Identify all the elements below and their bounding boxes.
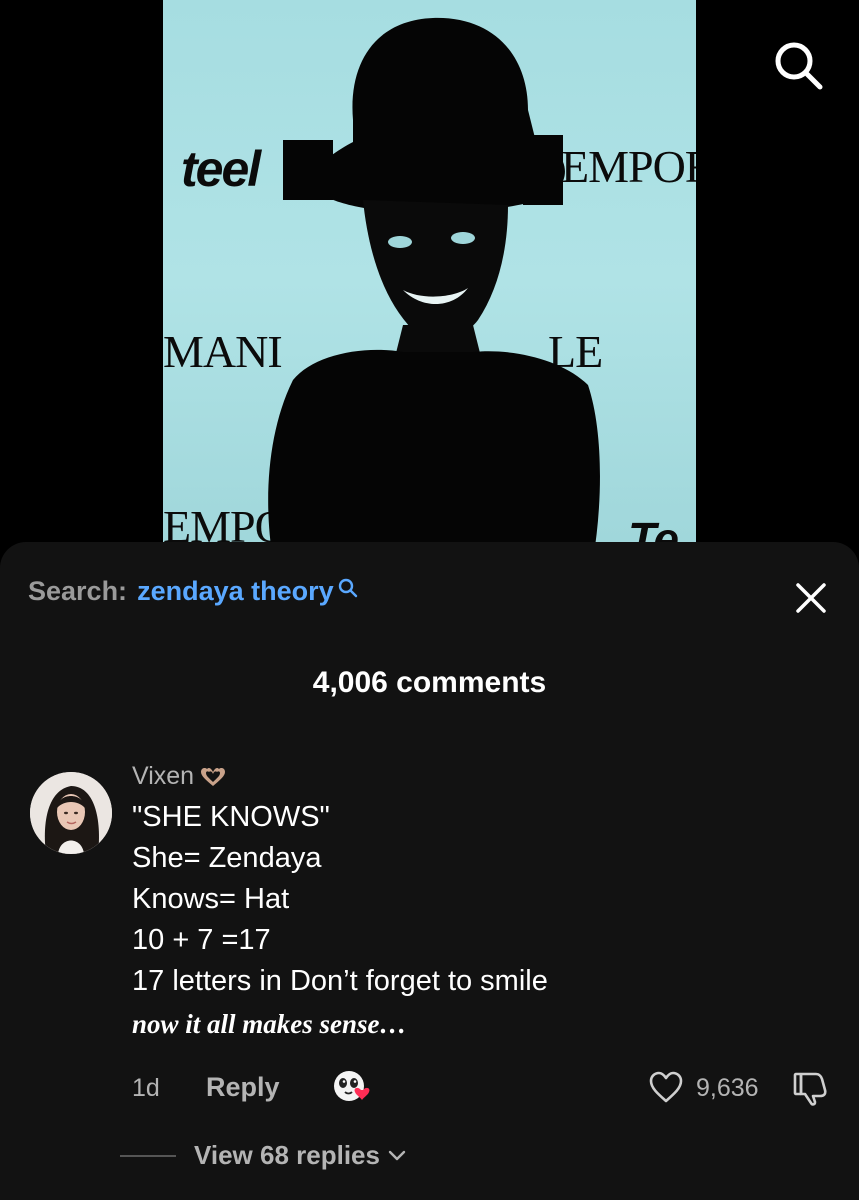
emoji-icon[interactable] bbox=[328, 1064, 374, 1110]
screen: teel EMPOF MANI LE EMPOI Te Search: zend… bbox=[0, 0, 859, 1200]
comment-actions: 1d Reply 9,636 bbox=[132, 1070, 832, 1110]
avatar[interactable] bbox=[30, 772, 112, 854]
dislike-icon[interactable] bbox=[792, 1070, 828, 1106]
search-term-link[interactable]: zendaya theory bbox=[137, 576, 334, 607]
silhouette-figure bbox=[268, 17, 600, 560]
comment-line: She= Zendaya bbox=[132, 842, 322, 874]
comments-sheet: Search: zendaya theory 4,006 comments Vi… bbox=[0, 542, 859, 1200]
username: Vixen bbox=[132, 762, 195, 790]
comment-timestamp: 1d bbox=[132, 1074, 160, 1102]
heart-icon[interactable] bbox=[648, 1070, 684, 1104]
comment: Vixen "SHE KNOWS" She= Zendaya Knows= Ha… bbox=[132, 762, 812, 1044]
reply-button[interactable]: Reply bbox=[206, 1072, 280, 1103]
comment-line: "SHE KNOWS" bbox=[132, 801, 330, 833]
search-suggestion[interactable]: Search: zendaya theory bbox=[28, 576, 358, 607]
comment-line: 10 + 7 =17 bbox=[132, 924, 271, 956]
replies-divider bbox=[120, 1154, 176, 1157]
comment-author[interactable]: Vixen bbox=[132, 762, 812, 791]
view-replies-button[interactable]: View 68 replies bbox=[194, 1140, 380, 1171]
video-frame[interactable]: teel EMPOF MANI LE EMPOI Te bbox=[163, 0, 696, 560]
search-prefix: Search: bbox=[28, 576, 128, 606]
heart-hands-icon bbox=[201, 767, 226, 786]
comment-line: 17 letters in Don’t forget to smile bbox=[132, 965, 548, 997]
comment-line: Knows= Hat bbox=[132, 883, 290, 915]
view-replies-row[interactable]: View 68 replies bbox=[120, 1140, 406, 1171]
comment-italic-line: now it all makes sense… bbox=[132, 1009, 407, 1039]
avatar-image bbox=[30, 772, 112, 854]
chevron-down-icon bbox=[388, 1150, 406, 1160]
comments-count: 4,006 comments bbox=[312, 666, 547, 699]
like-count: 9,636 bbox=[696, 1074, 759, 1102]
search-icon[interactable] bbox=[771, 38, 825, 92]
search-icon bbox=[338, 578, 357, 598]
close-icon[interactable] bbox=[793, 580, 829, 616]
